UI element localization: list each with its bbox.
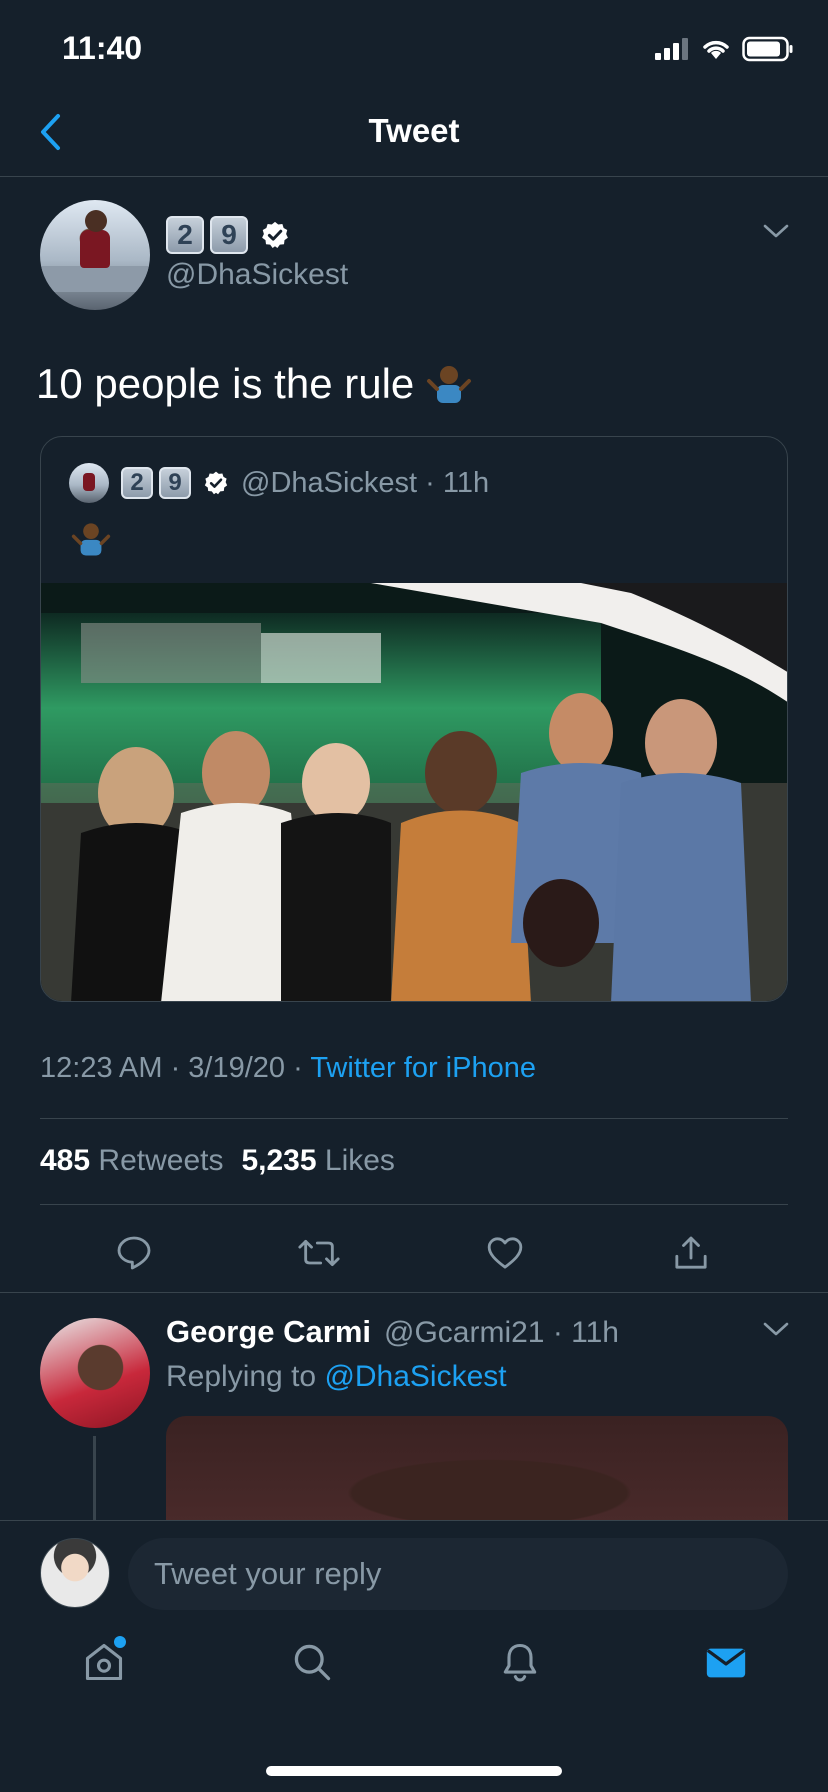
page-title: Tweet xyxy=(368,112,460,149)
keycap-digit: 2 xyxy=(166,216,204,254)
tweet-source-link[interactable]: Twitter for iPhone xyxy=(310,1052,536,1084)
retweet-button[interactable] xyxy=(294,1228,344,1278)
home-indicator xyxy=(266,1766,562,1776)
retweets-stat[interactable]: 485 Retweets xyxy=(40,1144,223,1178)
tweet-photo[interactable] xyxy=(41,583,788,1002)
replying-to-prefix: Replying to xyxy=(166,1360,325,1393)
tweet-actions xyxy=(0,1228,828,1278)
author-avatar[interactable] xyxy=(40,200,150,310)
tweet-meta: 12:23 AM · 3/19/20 · Twitter for iPhone xyxy=(40,1052,536,1085)
like-button[interactable] xyxy=(480,1228,530,1278)
keycap-digit: 9 xyxy=(159,467,191,499)
replying-to: Replying to @DhaSickest xyxy=(166,1360,507,1394)
reply-author-name[interactable]: George Carmi xyxy=(166,1314,371,1350)
tweet-timestamp: 12:23 AM · 3/19/20 · xyxy=(40,1052,311,1084)
tweet-stats: 485 Retweets 5,235 Likes xyxy=(40,1144,395,1178)
tweet-text-content: 10 people is the rule xyxy=(36,360,415,407)
reply-media[interactable] xyxy=(166,1416,788,1526)
share-button[interactable] xyxy=(666,1228,716,1278)
divider xyxy=(40,1118,788,1119)
keycap-digit: 2 xyxy=(121,467,153,499)
verified-badge-icon xyxy=(262,221,288,248)
quoted-handle-time: @DhaSickest · 11h xyxy=(241,466,490,499)
messages-icon xyxy=(706,1648,746,1678)
keycap-digit: 9 xyxy=(210,216,248,254)
status-time: 11:40 xyxy=(62,30,143,66)
shrug-emoji-icon xyxy=(71,523,111,556)
reply-more-options-button[interactable] xyxy=(762,1320,790,1343)
notifications-icon xyxy=(503,1643,537,1682)
tab-notifications[interactable] xyxy=(490,1632,550,1692)
tweet-text: 10 people is the rule xyxy=(36,360,472,408)
author-handle[interactable]: @DhaSickest xyxy=(166,258,348,292)
like-icon xyxy=(487,1237,523,1269)
reply-button[interactable] xyxy=(109,1228,159,1278)
tab-bar xyxy=(0,1632,828,1712)
signal-icon xyxy=(655,38,688,60)
retweets-label: Retweets xyxy=(98,1144,224,1177)
shrug-emoji-icon xyxy=(427,366,472,403)
retweet-icon xyxy=(298,1239,340,1267)
divider xyxy=(40,1204,788,1205)
search-icon xyxy=(294,1644,331,1681)
wifi-icon xyxy=(703,40,729,59)
quoted-tweet-header: 2 9 @DhaSickest · 11h xyxy=(69,463,489,503)
thread-line xyxy=(93,1436,96,1520)
current-user-avatar xyxy=(40,1538,110,1608)
battery-icon xyxy=(742,36,793,62)
tab-search[interactable] xyxy=(282,1632,342,1692)
author-name[interactable]: 2 9 xyxy=(166,216,290,254)
divider xyxy=(0,1292,828,1293)
retweets-count: 485 xyxy=(40,1144,91,1177)
reply-author-avatar[interactable] xyxy=(40,1318,150,1428)
share-icon xyxy=(675,1236,707,1269)
tab-messages[interactable] xyxy=(696,1632,756,1692)
likes-stat[interactable]: 5,235 Likes xyxy=(241,1144,394,1178)
more-options-button[interactable] xyxy=(762,222,790,245)
chevron-down-icon xyxy=(763,1322,789,1336)
quoted-tweet-card[interactable]: 2 9 @DhaSickest · 11h xyxy=(40,436,788,1002)
chevron-down-icon xyxy=(763,224,789,238)
tab-home[interactable] xyxy=(74,1632,134,1692)
reply-handle-time[interactable]: @Gcarmi21 · 11h xyxy=(384,1316,619,1350)
replying-to-handle[interactable]: @DhaSickest xyxy=(324,1360,506,1393)
likes-count: 5,235 xyxy=(241,1144,317,1177)
verified-badge-icon xyxy=(204,471,228,495)
quoted-author-avatar xyxy=(69,463,109,503)
likes-label: Likes xyxy=(324,1144,395,1177)
status-icons xyxy=(654,36,794,62)
reply-input[interactable]: Tweet your reply xyxy=(128,1538,788,1610)
new-content-dot xyxy=(114,1636,126,1648)
nav-divider xyxy=(0,176,828,177)
reply-icon xyxy=(117,1236,151,1270)
